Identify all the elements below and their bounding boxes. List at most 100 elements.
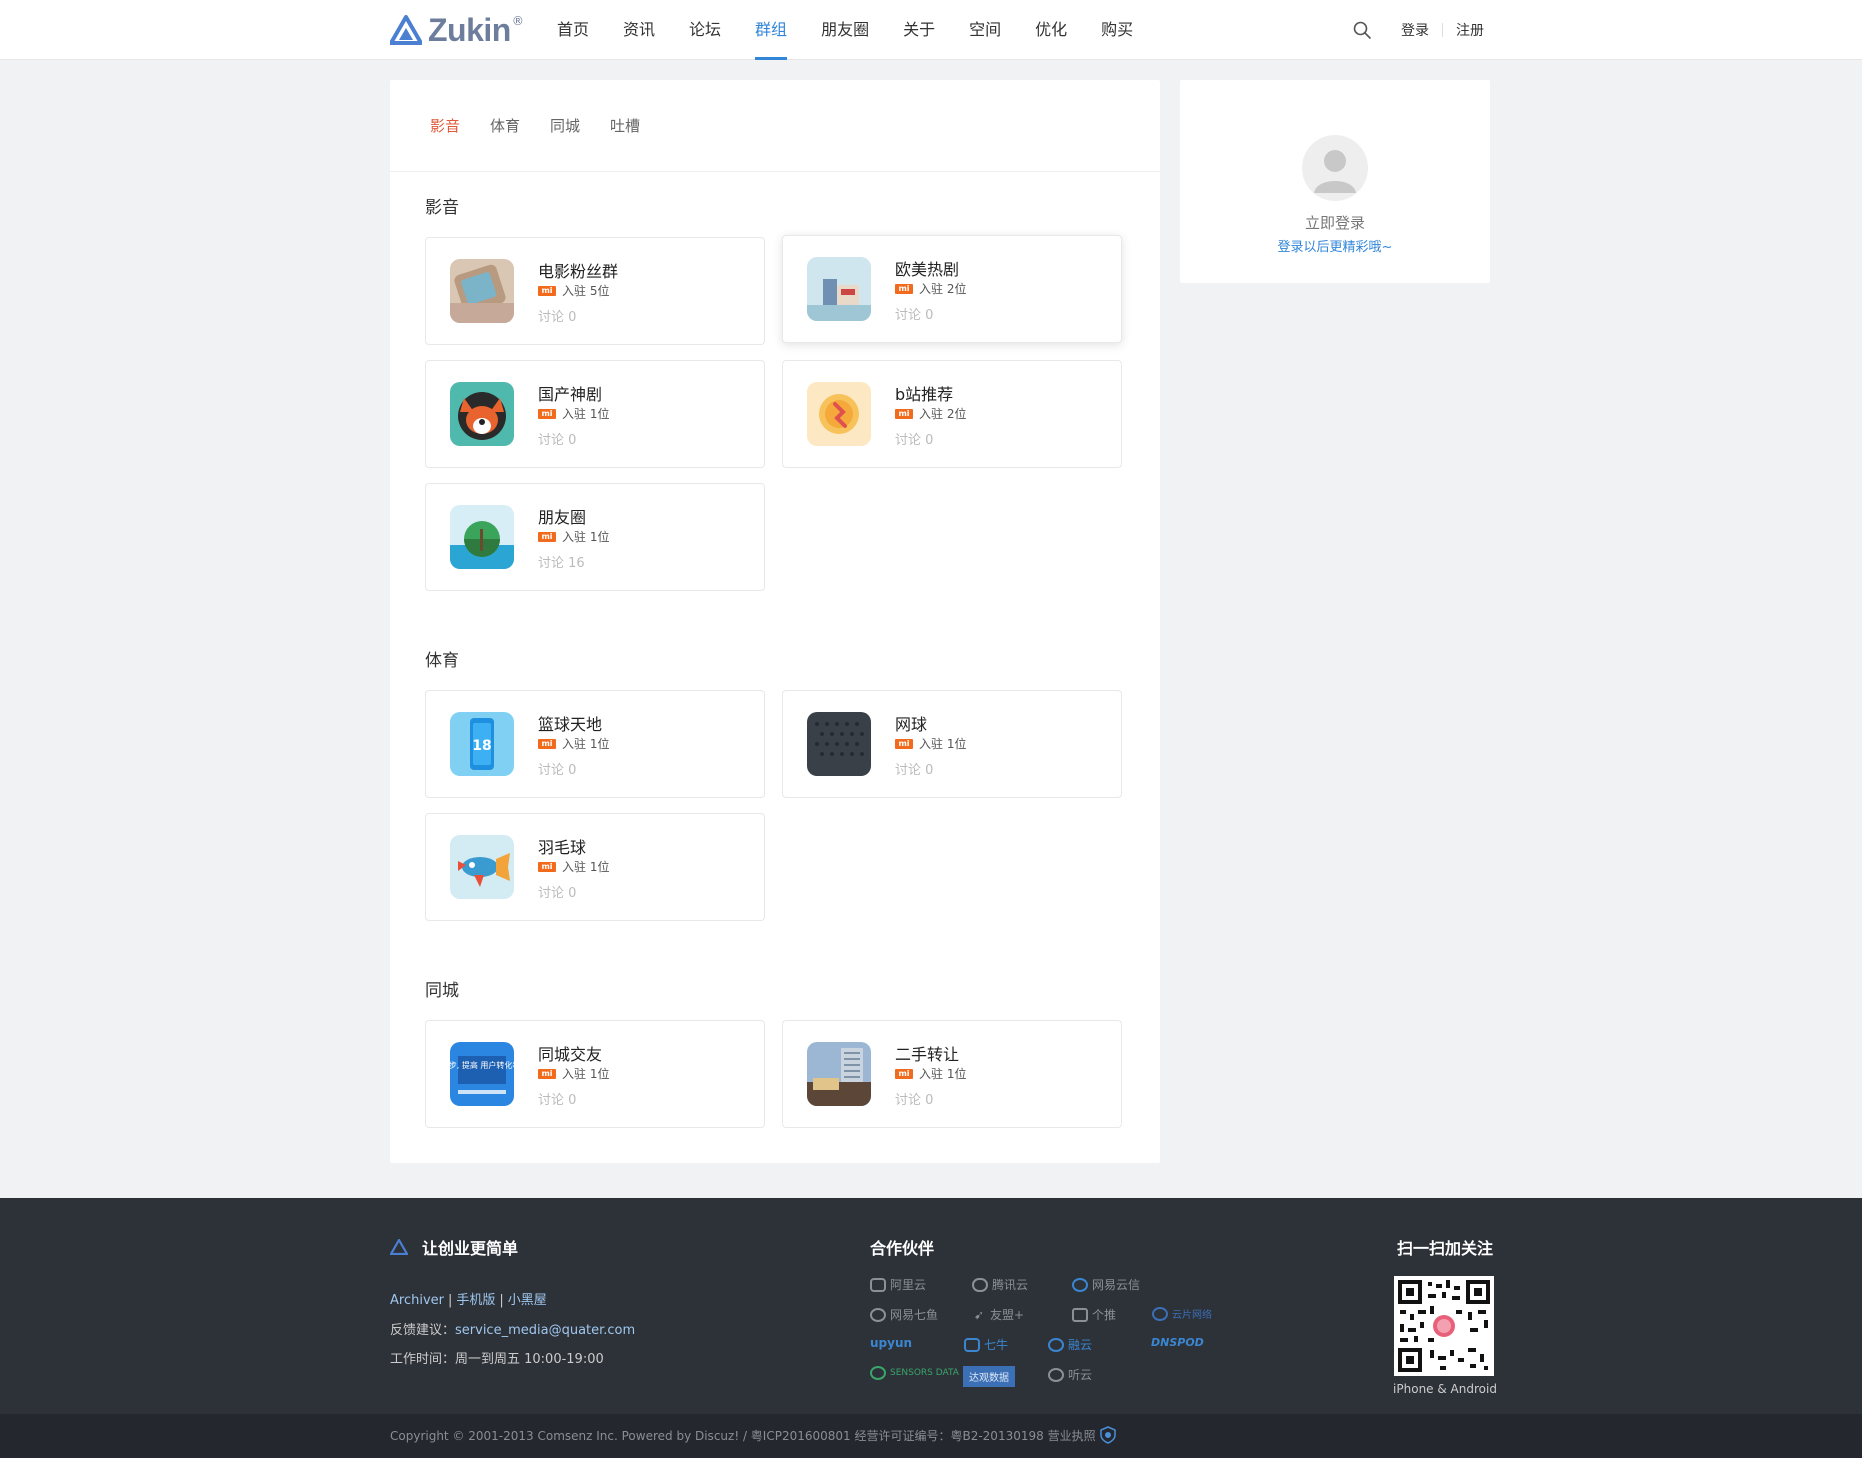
group-name: 电影粉丝群 xyxy=(538,262,619,281)
group-thumbnail xyxy=(450,259,514,323)
group-name: 朋友圈 xyxy=(538,508,587,527)
group-name: 网球 xyxy=(895,715,928,734)
nav-home[interactable]: 首页 xyxy=(557,0,589,60)
partner-aliyun-logo[interactable]: 阿里云 xyxy=(870,1276,926,1293)
thumbnail-text: 9步, 提高 用户转化率 xyxy=(450,1060,514,1070)
footer: 让创业更简单 Archiver | 手机版 | 小黑屋 反馈建议：service_med… xyxy=(0,1198,1862,1414)
mi-badge-icon: mi xyxy=(538,285,556,296)
section-title-av: 影音 xyxy=(425,198,459,218)
members-count: 入驻 2位 xyxy=(919,282,967,296)
group-discuss-count: 讨论 0 xyxy=(895,1093,934,1108)
nav-news[interactable]: 资讯 xyxy=(623,0,655,60)
group-discuss-count: 讨论 0 xyxy=(538,763,577,778)
feedback-email-link[interactable]: service_media@quater.com xyxy=(455,1323,635,1338)
partner-qiniu-logo[interactable]: 七牛 xyxy=(964,1336,1008,1353)
partner-netease-qiyu-logo[interactable]: 网易七鱼 xyxy=(870,1306,938,1323)
login-link[interactable]: 登录 xyxy=(1401,20,1429,40)
register-link[interactable]: 注册 xyxy=(1456,20,1484,40)
group-discuss-count: 讨论 0 xyxy=(538,1093,577,1108)
partner-datagrand-logo[interactable]: 达观数据 xyxy=(963,1366,1015,1387)
site-logo[interactable]: Zukin ® xyxy=(390,12,524,48)
mobile-link[interactable]: 手机版 xyxy=(456,1293,495,1308)
partner-umeng-logo[interactable]: ➹ 友盟+ xyxy=(974,1306,1024,1323)
group-card[interactable]: b站推荐 mi 入驻 2位 讨论 0 xyxy=(782,360,1122,468)
group-card[interactable]: 网球 mi 入驻 1位 讨论 0 xyxy=(782,690,1122,798)
login-hint-link[interactable]: 登录以后更精彩哦~ xyxy=(1180,236,1490,255)
group-thumbnail: 9步, 提高 用户转化率 xyxy=(450,1042,514,1106)
group-members: mi 入驻 1位 xyxy=(895,1065,966,1082)
group-name: 篮球天地 xyxy=(538,715,603,734)
main-nav: 首页 资讯 论坛 群组 朋友圈 关于 空间 优化 购买 xyxy=(557,0,1167,60)
partner-rongyun-logo[interactable]: 融云 xyxy=(1048,1336,1092,1353)
logo-text: Zukin xyxy=(428,11,511,48)
search-icon[interactable] xyxy=(1352,20,1372,40)
group-name: 二手转让 xyxy=(895,1045,960,1064)
copyright-text: Copyright © 2001-2013 Comsenz Inc. Power… xyxy=(390,1429,1096,1443)
svg-text:18: 18 xyxy=(472,738,491,754)
blackroom-link[interactable]: 小黑屋 xyxy=(508,1293,547,1308)
nav-space[interactable]: 空间 xyxy=(969,0,1001,60)
tab-rant[interactable]: 吐槽 xyxy=(610,115,640,136)
partner-upyun-logo[interactable]: upyun xyxy=(870,1336,912,1350)
archiver-link[interactable]: Archiver xyxy=(390,1293,444,1308)
group-thumbnail xyxy=(807,1042,871,1106)
members-count: 入驻 1位 xyxy=(562,737,610,751)
partner-yunpian-logo[interactable]: 云片网络 xyxy=(1152,1306,1212,1321)
user-placeholder-icon xyxy=(1314,150,1356,193)
mi-badge-icon: mi xyxy=(895,738,913,749)
group-card[interactable]: 二手转让 mi 入驻 1位 讨论 0 xyxy=(782,1020,1122,1128)
mi-badge-icon: mi xyxy=(538,1068,556,1079)
group-card[interactable]: 羽毛球 mi 入驻 1位 讨论 0 xyxy=(425,813,765,921)
partner-tingyun-logo[interactable]: 听云 xyxy=(1048,1366,1092,1383)
group-name: 羽毛球 xyxy=(538,838,587,857)
login-now-link[interactable]: 立即登录 xyxy=(1180,212,1490,233)
group-members: mi 入驻 2位 xyxy=(895,280,966,297)
group-card[interactable]: 18 篮球天地 mi 入驻 1位 讨论 0 xyxy=(425,690,765,798)
qr-code xyxy=(1394,1276,1494,1376)
group-discuss-count: 讨论 0 xyxy=(538,886,577,901)
group-members: mi 入驻 1位 xyxy=(538,405,609,422)
partner-dnspod-logo[interactable]: DNSPOD xyxy=(1151,1336,1204,1349)
members-count: 入驻 1位 xyxy=(562,860,610,874)
nav-groups[interactable]: 群组 xyxy=(755,0,788,60)
group-thumbnail xyxy=(450,835,514,899)
members-count: 入驻 1位 xyxy=(562,530,610,544)
nav-moments[interactable]: 朋友圈 xyxy=(821,0,869,60)
group-card[interactable]: 电影粉丝群 mi 入驻 5位 讨论 0 xyxy=(425,237,765,345)
tab-sports[interactable]: 体育 xyxy=(490,115,520,136)
partner-netease-yunxin-logo[interactable]: 网易云信 xyxy=(1072,1276,1140,1293)
partner-getui-logo[interactable]: 个推 xyxy=(1072,1306,1116,1323)
tab-local[interactable]: 同城 xyxy=(550,115,580,136)
group-card[interactable]: 朋友圈 mi 入驻 1位 讨论 16 xyxy=(425,483,765,591)
group-name: 国产神剧 xyxy=(538,385,603,404)
auth-divider xyxy=(1442,23,1443,37)
group-discuss-count: 讨论 0 xyxy=(895,308,934,323)
group-discuss-count: 讨论 0 xyxy=(538,310,577,325)
copyright-bar: Copyright © 2001-2013 Comsenz Inc. Power… xyxy=(0,1414,1862,1458)
slogan-text: 让创业更简单 xyxy=(422,1239,519,1258)
shield-icon[interactable] xyxy=(1100,1426,1116,1444)
group-thumbnail: 18 xyxy=(450,712,514,776)
login-widget: 立即登录 登录以后更精彩哦~ xyxy=(1180,80,1490,283)
tab-av[interactable]: 影音 xyxy=(430,115,460,136)
top-header: Zukin ® 首页 资讯 论坛 群组 朋友圈 关于 空间 优化 购买 登录 注… xyxy=(0,0,1862,60)
group-card[interactable]: 国产神剧 mi 入驻 1位 讨论 0 xyxy=(425,360,765,468)
group-card[interactable]: 9步, 提高 用户转化率 同城交友 mi 入驻 1位 讨论 0 xyxy=(425,1020,765,1128)
nav-forum[interactable]: 论坛 xyxy=(689,0,721,60)
group-name: 欧美热剧 xyxy=(895,260,960,279)
group-thumbnail xyxy=(807,712,871,776)
nav-about[interactable]: 关于 xyxy=(903,0,935,60)
group-thumbnail xyxy=(807,382,871,446)
group-thumbnail xyxy=(450,382,514,446)
group-members: mi 入驻 5位 xyxy=(538,282,609,299)
partner-sensors-data-logo[interactable]: SENSORS DATA xyxy=(870,1366,959,1380)
group-members: mi 入驻 2位 xyxy=(895,405,966,422)
mi-badge-icon: mi xyxy=(538,738,556,749)
nav-buy[interactable]: 购买 xyxy=(1101,0,1133,60)
groups-panel: 影音 体育 同城 吐槽 影音 电影粉丝群 mi 入驻 5位 讨论 0 欧美热剧 m… xyxy=(390,80,1160,1163)
partner-tencent-cloud-logo[interactable]: 腾讯云 xyxy=(972,1276,1028,1293)
avatar[interactable] xyxy=(1302,135,1368,201)
group-card[interactable]: 欧美热剧 mi 入驻 2位 讨论 0 xyxy=(782,235,1122,343)
category-tabs: 影音 体育 同城 吐槽 xyxy=(390,80,1160,172)
nav-optimize[interactable]: 优化 xyxy=(1035,0,1067,60)
